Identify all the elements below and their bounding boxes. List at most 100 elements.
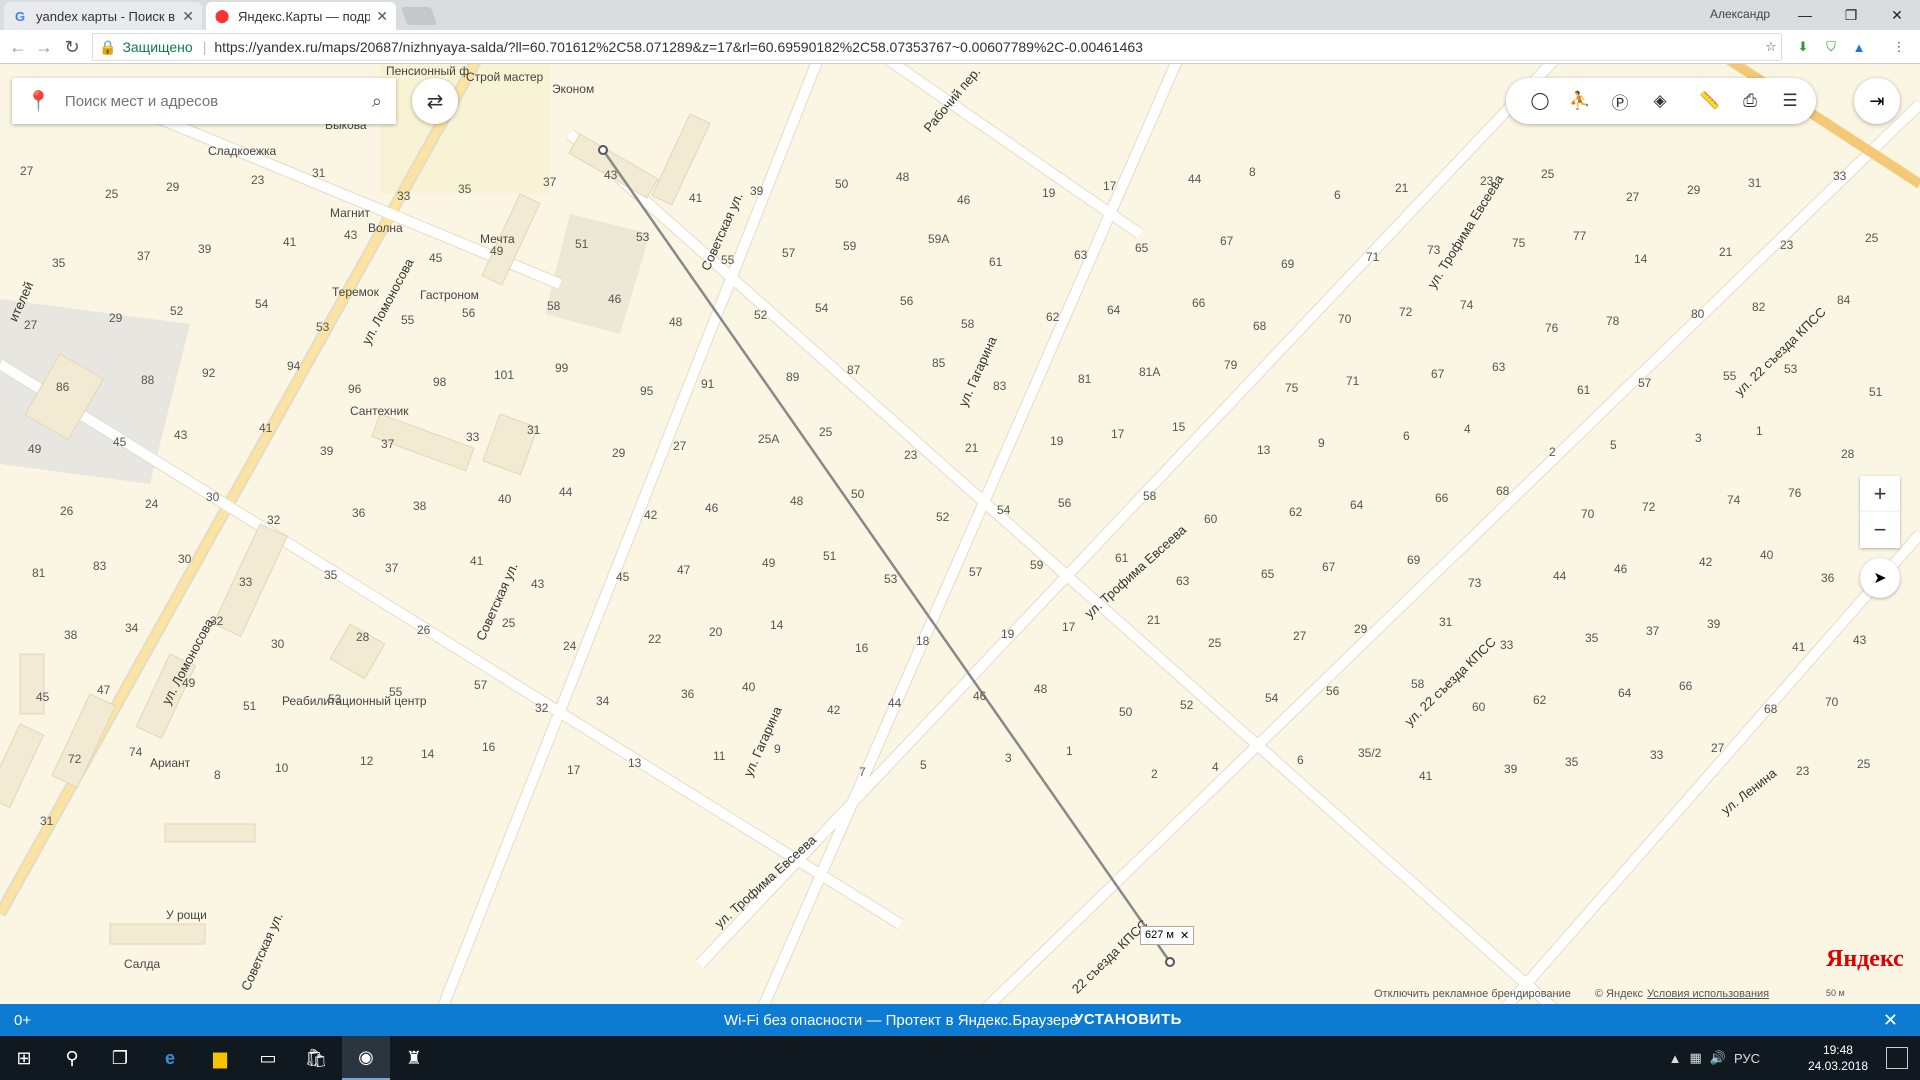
console-icon[interactable]: ▭ — [244, 1036, 292, 1080]
extension-download-icon[interactable]: ⬇ — [1794, 38, 1812, 56]
house-number: 17 — [1103, 179, 1117, 193]
house-number: 36 — [352, 506, 366, 520]
menu-icon[interactable]: ☰ — [1778, 89, 1802, 113]
locate-me-button[interactable]: ➤ — [1860, 558, 1900, 598]
install-button[interactable]: УСТАНОВИТЬ — [1074, 1011, 1182, 1028]
ruler-icon[interactable]: 📏 — [1698, 89, 1722, 113]
menu-icon[interactable]: ⋮ — [1890, 38, 1908, 56]
language-indicator[interactable]: РУС — [1734, 1051, 1760, 1066]
store-icon[interactable]: 🛍 — [292, 1036, 340, 1080]
profile-name[interactable]: Александр — [1710, 7, 1770, 21]
tab-yandex-search[interactable]: G yandex карты - Поиск в ✕ — [4, 2, 202, 30]
house-number: 88 — [141, 373, 155, 387]
volume-icon[interactable]: 🔊 — [1710, 1050, 1726, 1066]
extension-shield-icon[interactable]: ⛉ — [1822, 38, 1840, 56]
house-number: 50 — [1119, 705, 1133, 719]
poi-label[interactable]: Теремок — [332, 285, 379, 299]
bookmark-star-icon[interactable]: ☆ — [1762, 38, 1780, 56]
poi-label[interactable]: Магнит — [330, 206, 370, 220]
network-icon[interactable]: ▦ — [1689, 1050, 1701, 1066]
layers-icon[interactable]: ◈ — [1648, 89, 1672, 113]
house-number: 55 — [721, 253, 735, 267]
chrome-icon[interactable]: ◉ — [342, 1036, 390, 1080]
zoom-out-button[interactable]: − — [1860, 512, 1900, 548]
house-number: 47 — [97, 683, 111, 697]
address-bar[interactable]: 🔒 Защищено | https://yandex.ru/maps/2068… — [92, 33, 1782, 61]
back-icon[interactable]: ← — [6, 35, 30, 59]
house-number: 28 — [356, 630, 370, 644]
close-banner-icon[interactable]: ✕ — [1883, 1010, 1898, 1031]
house-number: 59 — [1030, 558, 1044, 572]
house-number: 53 — [316, 320, 330, 334]
house-number: 6 — [1334, 188, 1341, 202]
house-number: 35 — [324, 568, 338, 582]
task-view-icon[interactable]: ❐ — [96, 1036, 144, 1080]
close-window-button[interactable]: ✕ — [1874, 0, 1920, 30]
disable-branding-link[interactable]: Отключить рекламное брендирование — [1374, 988, 1571, 1000]
house-number: 25 — [502, 616, 516, 630]
windows-start-icon[interactable]: ⊞ — [0, 1036, 48, 1080]
house-number: 52 — [1180, 698, 1194, 712]
copyright: © Яндекс — [1594, 988, 1644, 1000]
house-number: 48 — [1034, 682, 1048, 696]
house-number: 45 — [429, 251, 443, 265]
poi-label[interactable]: Гастроном — [420, 288, 479, 302]
house-number: 85 — [932, 356, 946, 370]
zoom-in-button[interactable]: + — [1860, 476, 1900, 512]
login-button[interactable]: ⇥ — [1854, 78, 1900, 124]
poi-label[interactable]: Эконом — [552, 82, 594, 96]
extension-arrow-icon[interactable]: ▲ — [1850, 38, 1868, 56]
house-number: 52 — [936, 510, 950, 524]
forward-icon[interactable]: → — [32, 35, 56, 59]
minimize-button[interactable]: — — [1782, 0, 1828, 30]
house-number: 72 — [68, 752, 82, 766]
close-ruler-icon[interactable]: ✕ — [1180, 929, 1189, 942]
poi-label[interactable]: Строй мастер — [466, 70, 543, 84]
house-number: 60 — [1472, 700, 1486, 714]
close-tab-icon[interactable]: ✕ — [376, 8, 388, 25]
house-number: 41 — [1419, 769, 1433, 783]
file-explorer-icon[interactable]: ▆ — [196, 1036, 244, 1080]
parking-icon[interactable]: Ⓟ — [1608, 89, 1632, 113]
terms-link[interactable]: Условия использования — [1647, 988, 1769, 1000]
house-number: 101 — [494, 368, 515, 382]
house-number: 67 — [1220, 234, 1234, 248]
app-icon[interactable]: ♜ — [390, 1036, 438, 1080]
search-icon[interactable]: ⌕ — [372, 91, 382, 112]
scale-label: 50 м — [1826, 988, 1845, 998]
house-number: 58 — [1143, 489, 1157, 503]
poi-label[interactable]: Пенсионный ф — [386, 64, 469, 78]
print-icon[interactable]: ⎙ — [1738, 89, 1762, 113]
poi-label[interactable]: Волна — [368, 221, 403, 235]
house-number: 35 — [1565, 755, 1579, 769]
house-number: 59 — [843, 239, 857, 253]
house-number: 66 — [1192, 296, 1206, 310]
traffic-icon[interactable]: ◯ — [1528, 89, 1552, 113]
clock[interactable]: 19:48 24.03.2018 — [1808, 1042, 1868, 1074]
panorama-icon[interactable]: ⛹ — [1568, 89, 1592, 113]
house-number: 87 — [847, 363, 861, 377]
poi-label[interactable]: Сладкоежка — [208, 144, 276, 158]
poi-label[interactable]: Сантехник — [350, 404, 408, 418]
edge-icon[interactable]: e — [146, 1036, 194, 1080]
route-button[interactable]: ⇄ — [412, 78, 458, 124]
map-canvas[interactable]: ул. Ломоносова ул. Ломоносова Советская … — [0, 64, 1920, 1004]
new-tab-button[interactable] — [400, 7, 438, 25]
poi-label[interactable]: Реабилитационный центр — [282, 694, 427, 708]
close-tab-icon[interactable]: ✕ — [182, 8, 194, 25]
search-icon[interactable]: ⚲ — [48, 1036, 96, 1080]
house-number: 71 — [1346, 374, 1360, 388]
poi-label[interactable]: У рощи — [166, 908, 207, 922]
notification-icon[interactable] — [1886, 1047, 1908, 1069]
house-number: 37 — [1646, 624, 1660, 638]
poi-label[interactable]: Ариант — [150, 756, 190, 770]
restore-button[interactable]: ❐ — [1828, 0, 1874, 30]
poi-label[interactable]: Салда — [124, 957, 160, 971]
house-number: 81А — [1139, 365, 1161, 379]
tray-icon[interactable]: ▲ — [1669, 1051, 1682, 1066]
house-number: 34 — [596, 694, 610, 708]
search-input[interactable] — [64, 92, 372, 110]
reload-icon[interactable]: ↻ — [60, 35, 84, 59]
tab-yandex-maps[interactable]: ⬤ Яндекс.Карты — подроб ✕ — [206, 2, 396, 30]
house-number: 75 — [1512, 236, 1526, 250]
